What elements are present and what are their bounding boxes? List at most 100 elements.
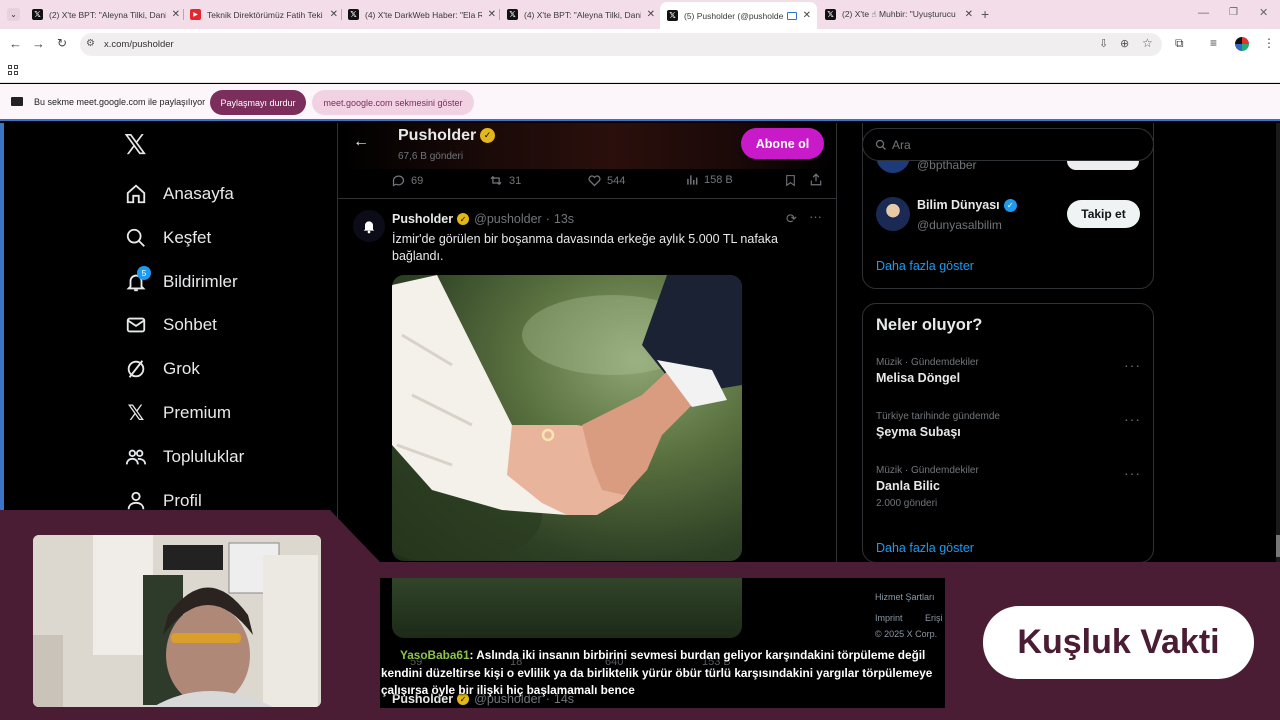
main-column: ← Pusholder ✓ 67,6 B gönderi Abone ol 69…	[337, 123, 837, 720]
grok-icon	[124, 357, 148, 381]
mail-icon	[124, 313, 148, 337]
views-icon	[687, 175, 698, 185]
address-field[interactable]: ⚙ x.com/pusholder ⇩ ⊕ ☆	[80, 33, 1162, 56]
verified-gold-icon: ✓	[457, 213, 470, 225]
back-icon[interactable]: ←	[9, 36, 22, 51]
tab-search-icon[interactable]: ⌄	[7, 8, 20, 21]
apps-grid-icon[interactable]	[8, 65, 18, 75]
repost-count: 31	[509, 174, 522, 187]
post-author[interactable]: Pusholder	[392, 212, 453, 226]
share-button[interactable]	[809, 172, 823, 192]
install-icon[interactable]: ⇩	[1099, 37, 1108, 50]
like-button[interactable]: 544	[587, 173, 625, 188]
header-name: Pusholder	[398, 127, 477, 144]
close-icon[interactable]: ✕	[488, 9, 496, 20]
repost-button[interactable]: 31	[488, 173, 521, 188]
show-meet-tab-button[interactable]: meet.google.com sekmesini göster	[312, 90, 474, 115]
browser-tab[interactable]: 𝕏 (4) X'te DarkWeb Haber: "Ela Ru ✕	[348, 4, 496, 25]
more-options-icon[interactable]: ···	[1124, 411, 1141, 427]
menu-icon[interactable]: ⋮	[1263, 36, 1275, 50]
tab-title: (2) X'te BPT: "Aleyna Tilki, Dani	[49, 9, 166, 20]
sidebar-item-grok[interactable]: Grok	[124, 354, 200, 384]
partial-handle[interactable]: @bpthaber	[917, 160, 977, 173]
suggested-user-handle[interactable]: @dunyasalbilim	[917, 218, 1002, 232]
follow-button-partial[interactable]	[1067, 161, 1139, 170]
browser-tab[interactable]: 𝕏 (2) X'te BPT: "Aleyna Tilki, Dani ✕	[32, 4, 180, 25]
zoom-icon[interactable]: ⊕	[1120, 37, 1129, 50]
close-icon[interactable]: ✕	[965, 9, 973, 20]
sidebar-item-premium[interactable]: 𝕏 Premium	[124, 398, 231, 428]
tab-title: (5) Pusholder (@pusholder)	[684, 10, 784, 21]
screen-share-icon	[786, 11, 797, 20]
avatar[interactable]	[353, 210, 385, 242]
subscribe-button[interactable]: Abone ol	[741, 128, 824, 159]
url-text[interactable]: x.com/pusholder	[104, 39, 174, 50]
sidebar-item-home[interactable]: Anasayfa	[124, 179, 234, 209]
sidebar-item-notifications[interactable]: 5 Bildirimler	[124, 266, 238, 297]
sidebar-item-explore[interactable]: Keşfet	[124, 223, 211, 253]
scrollbar[interactable]	[1276, 123, 1280, 720]
extensions-icon[interactable]: ⧉	[1175, 36, 1184, 51]
share-border-left	[0, 123, 4, 510]
suggested-user-name-row[interactable]: Bilim Dünyası ✓	[917, 198, 1017, 212]
profile-avatar[interactable]	[1235, 37, 1249, 51]
follow-button[interactable]: Takip et	[1067, 200, 1140, 228]
reply-button[interactable]: 69	[391, 173, 423, 188]
trend-item[interactable]: Müzik · Gündemdekiler Melisa Döngel	[876, 357, 979, 385]
restore-icon[interactable]: ❐	[1229, 7, 1238, 18]
avatar[interactable]	[876, 161, 910, 173]
media-control-icon[interactable]: ≡	[1210, 36, 1217, 50]
sidebar-item-label: Bildirimler	[163, 272, 238, 291]
post-time[interactable]: 13s	[554, 212, 574, 226]
more-options-icon[interactable]: ···	[1124, 465, 1141, 481]
bookmark-icon	[786, 175, 795, 187]
trends-title: Neler oluyor?	[876, 316, 983, 334]
sidebar-item-profile[interactable]: Profil	[124, 486, 202, 516]
stop-sharing-button[interactable]: Paylaşmayı durdur	[210, 90, 306, 115]
close-icon[interactable]: ✕	[803, 10, 811, 21]
new-tab-icon[interactable]: +	[981, 6, 989, 22]
window-close-icon[interactable]: ✕	[1259, 6, 1268, 19]
divider	[338, 563, 836, 564]
close-icon[interactable]: ✕	[172, 9, 180, 20]
share-screen-icon	[11, 97, 23, 106]
browser-tab-active[interactable]: 𝕏 (5) Pusholder (@pusholder) ✕	[660, 2, 817, 29]
views-button[interactable]: 158 B	[685, 173, 733, 187]
suggested-user-name[interactable]: Bilim Dünyası	[917, 198, 1000, 212]
trend-category: Müzik · Gündemdekiler	[876, 465, 979, 476]
reply-count: 69	[411, 174, 424, 187]
post-handle[interactable]: @pusholder	[474, 212, 542, 226]
trend-item[interactable]: Türkiye tarihinde gündemde Şeyma Subaşı	[876, 411, 1000, 439]
bookmark-button[interactable]	[784, 173, 797, 193]
grok-post-icon[interactable]: ⟳	[786, 211, 797, 227]
close-icon[interactable]: ✕	[647, 9, 655, 20]
verified-icon: ✓	[1003, 198, 1017, 212]
notification-badge: 5	[137, 266, 151, 280]
more-options-icon[interactable]: ···	[1124, 357, 1141, 373]
forward-icon[interactable]: →	[32, 36, 45, 51]
post-image[interactable]	[392, 275, 742, 561]
holding-hands-image	[392, 275, 742, 561]
show-more-link[interactable]: Daha fazla göster	[876, 541, 974, 555]
back-arrow-icon[interactable]: ←	[353, 133, 369, 151]
sidebar-item-chat[interactable]: Sohbet	[124, 310, 217, 340]
x-logo-icon[interactable]: 𝕏	[124, 131, 147, 159]
browser-tab[interactable]: ▶ Teknik Direktörümüz Fatih Teki ✕	[190, 4, 338, 25]
avatar[interactable]	[876, 197, 910, 231]
address-toolbar: ← → ↻ ⚙ x.com/pusholder ⇩ ⊕ ☆ ⧉ ≡ ⋮	[0, 29, 1280, 59]
bookmark-star-icon[interactable]: ☆	[1142, 36, 1153, 50]
show-more-link[interactable]: Daha fazla göster	[876, 259, 974, 273]
sidebar-item-label: Profil	[163, 491, 202, 510]
more-options-icon[interactable]: ···	[809, 209, 822, 224]
browser-tab[interactable]: 𝕏 (4) X'te BPT: "Aleyna Tilki, Dani ✕	[507, 4, 655, 25]
trend-item[interactable]: Müzik · Gündemdekiler Danla Bilic 2.000 …	[876, 465, 979, 509]
trend-category: Türkiye tarihinde gündemde	[876, 411, 1000, 422]
browser-tab[interactable]: 𝕏 (2) X'te ☝ Muhbir: "Uyuşturucu ✕	[825, 4, 973, 25]
reload-icon[interactable]: ↻	[57, 36, 67, 50]
minimize-icon[interactable]: —	[1198, 7, 1209, 19]
youtube-icon: ▶	[190, 9, 201, 20]
sidebar-item-communities[interactable]: Topluluklar	[124, 442, 244, 472]
close-icon[interactable]: ✕	[330, 9, 338, 20]
site-info-icon[interactable]: ⚙	[86, 38, 95, 49]
like-count: 544	[607, 174, 626, 187]
